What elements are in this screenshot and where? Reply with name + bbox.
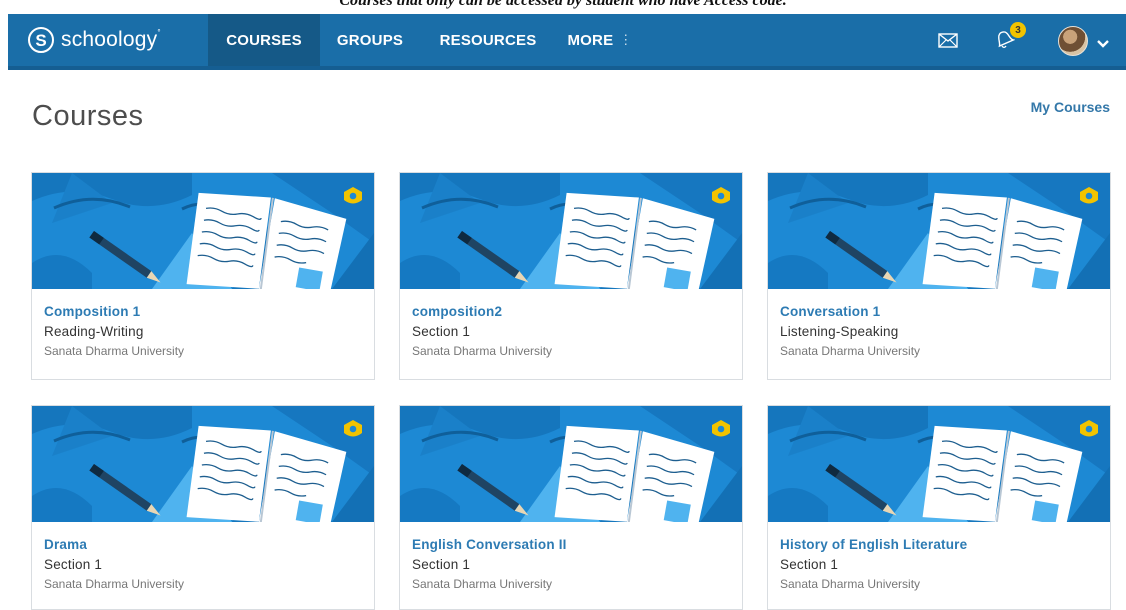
course-banner-image bbox=[32, 406, 374, 522]
course-card[interactable]: Drama Section 1 Sanata Dharma University bbox=[31, 405, 375, 610]
course-title[interactable]: composition2 bbox=[412, 303, 734, 321]
course-school: Sanata Dharma University bbox=[780, 344, 921, 358]
nav-groups[interactable]: GROUPS bbox=[320, 14, 420, 66]
course-school: Sanata Dharma University bbox=[780, 577, 921, 591]
course-section: Section 1 bbox=[412, 324, 471, 339]
nav-courses[interactable]: COURSES bbox=[208, 14, 320, 66]
mail-icon[interactable] bbox=[938, 33, 958, 53]
avatar[interactable] bbox=[1058, 26, 1088, 56]
course-banner-image bbox=[400, 173, 742, 289]
course-school: Sanata Dharma University bbox=[44, 344, 185, 358]
course-banner-image bbox=[400, 406, 742, 522]
course-title[interactable]: Composition 1 bbox=[44, 303, 366, 321]
course-school: Sanata Dharma University bbox=[412, 577, 553, 591]
top-navbar: S schoology° COURSES GROUPS RESOURCES MO… bbox=[8, 14, 1126, 70]
course-section: Section 1 bbox=[44, 557, 103, 572]
course-card[interactable]: Composition 1 Reading-Writing Sanata Dha… bbox=[31, 172, 375, 380]
course-section: Listening-Speaking bbox=[780, 324, 899, 339]
logo-text: schoology° bbox=[61, 28, 161, 51]
page-title: Courses bbox=[32, 100, 144, 132]
nav-more[interactable]: MORE ⋮ bbox=[556, 14, 644, 66]
my-courses-link[interactable]: My Courses bbox=[1031, 99, 1110, 115]
chevron-down-icon[interactable] bbox=[1096, 36, 1110, 54]
course-title[interactable]: English Conversation II bbox=[412, 536, 734, 554]
course-banner-image bbox=[768, 173, 1110, 289]
course-section: Reading-Writing bbox=[44, 324, 144, 339]
logo-icon: S bbox=[28, 27, 54, 53]
caption: Courses that only can be accessed by stu… bbox=[339, 0, 787, 9]
nav-resources[interactable]: RESOURCES bbox=[420, 14, 556, 66]
more-dots-icon: ⋮ bbox=[619, 32, 633, 47]
course-title[interactable]: Drama bbox=[44, 536, 366, 554]
course-card[interactable]: composition2 Section 1 Sanata Dharma Uni… bbox=[399, 172, 743, 380]
course-card[interactable]: History of English Literature Section 1 … bbox=[767, 405, 1111, 610]
schoology-logo[interactable]: S schoology° bbox=[28, 26, 161, 54]
course-card[interactable]: Conversation 1 Listening-Speaking Sanata… bbox=[767, 172, 1111, 380]
notification-badge: 3 bbox=[1010, 22, 1026, 38]
course-banner-image bbox=[32, 173, 374, 289]
course-title[interactable]: History of English Literature bbox=[780, 536, 1102, 554]
course-card[interactable]: English Conversation II Section 1 Sanata… bbox=[399, 405, 743, 610]
course-school: Sanata Dharma University bbox=[412, 344, 553, 358]
course-school: Sanata Dharma University bbox=[44, 577, 185, 591]
course-section: Section 1 bbox=[780, 557, 839, 572]
course-section: Section 1 bbox=[412, 557, 471, 572]
course-banner-image bbox=[768, 406, 1110, 522]
course-title[interactable]: Conversation 1 bbox=[780, 303, 1102, 321]
